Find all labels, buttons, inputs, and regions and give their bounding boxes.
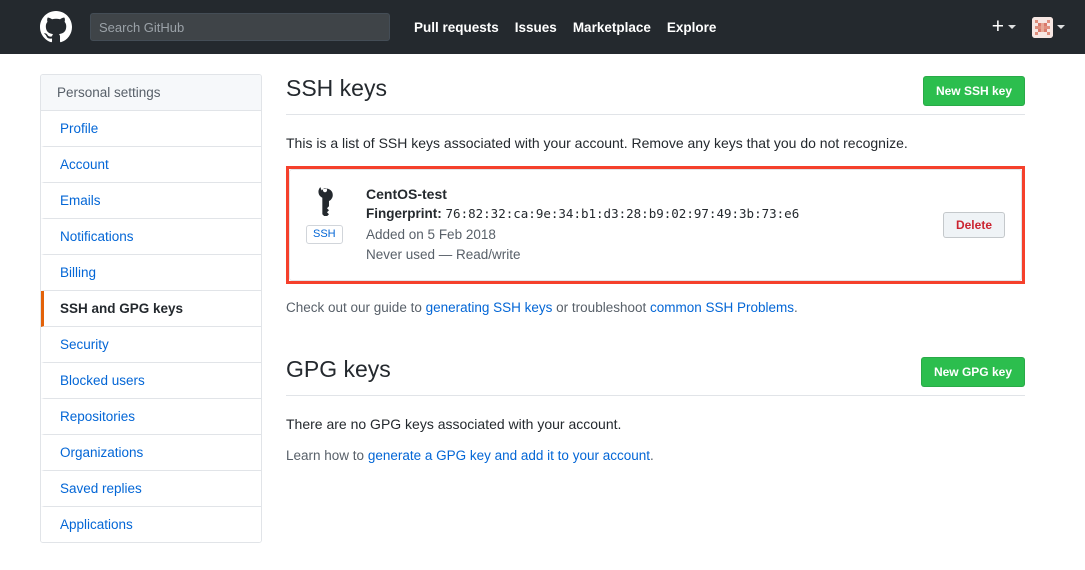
delete-ssh-key-button[interactable]: Delete bbox=[942, 212, 1005, 239]
new-gpg-key-button[interactable]: New GPG key bbox=[920, 357, 1025, 388]
chevron-down-icon bbox=[1008, 25, 1016, 29]
sidebar-item-applications[interactable]: Applications bbox=[41, 507, 261, 542]
search-input[interactable] bbox=[99, 19, 381, 35]
user-menu[interactable] bbox=[1032, 16, 1065, 38]
settings-sidebar: Personal settings Profile Account Emails… bbox=[40, 74, 262, 543]
ssh-key-row: SSH CentOS-test Fingerprint: 76:82:32:ca… bbox=[289, 169, 1022, 282]
gpg-learn-note: Learn how to generate a GPG key and add … bbox=[286, 448, 1025, 463]
avatar bbox=[1032, 16, 1053, 38]
learn-prefix-text: Learn how to bbox=[286, 448, 368, 464]
fingerprint-label: Fingerprint: bbox=[366, 206, 442, 222]
sidebar-item-billing[interactable]: Billing bbox=[41, 255, 261, 291]
create-new-menu[interactable]: + bbox=[992, 16, 1016, 39]
sidebar-item-emails[interactable]: Emails bbox=[41, 183, 261, 219]
ssh-key-highlight-annotation: SSH CentOS-test Fingerprint: 76:82:32:ca… bbox=[286, 166, 1025, 285]
ssh-keys-section-header: SSH keys New SSH key bbox=[286, 74, 1025, 115]
sidebar-item-notifications[interactable]: Notifications bbox=[41, 219, 261, 255]
chevron-down-icon bbox=[1057, 25, 1065, 29]
github-logo-icon[interactable] bbox=[40, 11, 72, 43]
common-ssh-problems-link[interactable]: common SSH Problems bbox=[650, 300, 794, 315]
sidebar-item-ssh-and-gpg-keys[interactable]: SSH and GPG keys bbox=[41, 291, 261, 327]
sidebar-item-security[interactable]: Security bbox=[41, 327, 261, 363]
gpg-keys-empty-text: There are no GPG keys associated with yo… bbox=[286, 416, 622, 433]
gpg-keys-section: GPG keys New GPG key There are no GPG ke… bbox=[286, 355, 1025, 463]
learn-suffix-text: . bbox=[650, 448, 654, 464]
guide-prefix-text: Check out our guide to bbox=[286, 300, 426, 316]
generate-gpg-key-link[interactable]: generate a GPG key and add it to your ac… bbox=[368, 448, 650, 463]
main-content: SSH keys New SSH key This is a list of S… bbox=[262, 74, 1085, 543]
guide-suffix-text: . bbox=[794, 300, 798, 316]
new-ssh-key-button[interactable]: New SSH key bbox=[922, 76, 1025, 106]
sidebar-item-saved-replies[interactable]: Saved replies bbox=[41, 471, 261, 507]
header-actions: + bbox=[992, 16, 1065, 39]
nav-pull-requests[interactable]: Pull requests bbox=[406, 20, 507, 35]
ssh-key-added-date: Added on 5 Feb 2018 bbox=[366, 226, 496, 242]
ssh-key-details: CentOS-test Fingerprint: 76:82:32:ca:9e:… bbox=[362, 184, 943, 266]
ssh-key-type-badge: SSH bbox=[306, 225, 343, 245]
sidebar-item-repositories[interactable]: Repositories bbox=[41, 399, 261, 435]
fingerprint-value: 76:82:32:ca:9e:34:b1:d3:28:b9:02:97:49:3… bbox=[445, 206, 800, 222]
global-header: Pull requests Issues Marketplace Explore… bbox=[0, 0, 1085, 54]
sidebar-item-profile[interactable]: Profile bbox=[41, 111, 261, 147]
sidebar-item-account[interactable]: Account bbox=[41, 147, 261, 183]
sidebar-item-organizations[interactable]: Organizations bbox=[41, 435, 261, 471]
search-box[interactable] bbox=[90, 13, 390, 41]
sidebar-title: Personal settings bbox=[41, 75, 261, 111]
gpg-keys-heading: GPG keys bbox=[286, 356, 391, 383]
gpg-keys-section-header: GPG keys New GPG key bbox=[286, 355, 1025, 397]
ssh-key-title: CentOS-test bbox=[366, 186, 447, 202]
ssh-keys-heading: SSH keys bbox=[286, 75, 387, 101]
guide-middle-text: or troubleshoot bbox=[552, 300, 650, 316]
generating-ssh-keys-link[interactable]: generating SSH keys bbox=[426, 300, 553, 315]
sidebar-item-blocked-users[interactable]: Blocked users bbox=[41, 363, 261, 399]
page-body: Personal settings Profile Account Emails… bbox=[0, 54, 1085, 543]
key-icon bbox=[310, 186, 340, 221]
ssh-key-usage: Never used — Read/write bbox=[366, 247, 521, 263]
ssh-keys-description: This is a list of SSH keys associated wi… bbox=[286, 135, 908, 151]
ssh-guide-note: Check out our guide to generating SSH ke… bbox=[286, 300, 1025, 315]
nav-marketplace[interactable]: Marketplace bbox=[565, 20, 659, 35]
plus-icon: + bbox=[991, 14, 1004, 38]
ssh-key-fingerprint: Fingerprint: 76:82:32:ca:9e:34:b1:d3:28:… bbox=[366, 204, 943, 224]
ssh-key-icon-column: SSH bbox=[306, 184, 362, 245]
nav-issues[interactable]: Issues bbox=[507, 20, 565, 35]
nav-explore[interactable]: Explore bbox=[659, 20, 725, 35]
primary-nav: Pull requests Issues Marketplace Explore bbox=[406, 20, 724, 35]
